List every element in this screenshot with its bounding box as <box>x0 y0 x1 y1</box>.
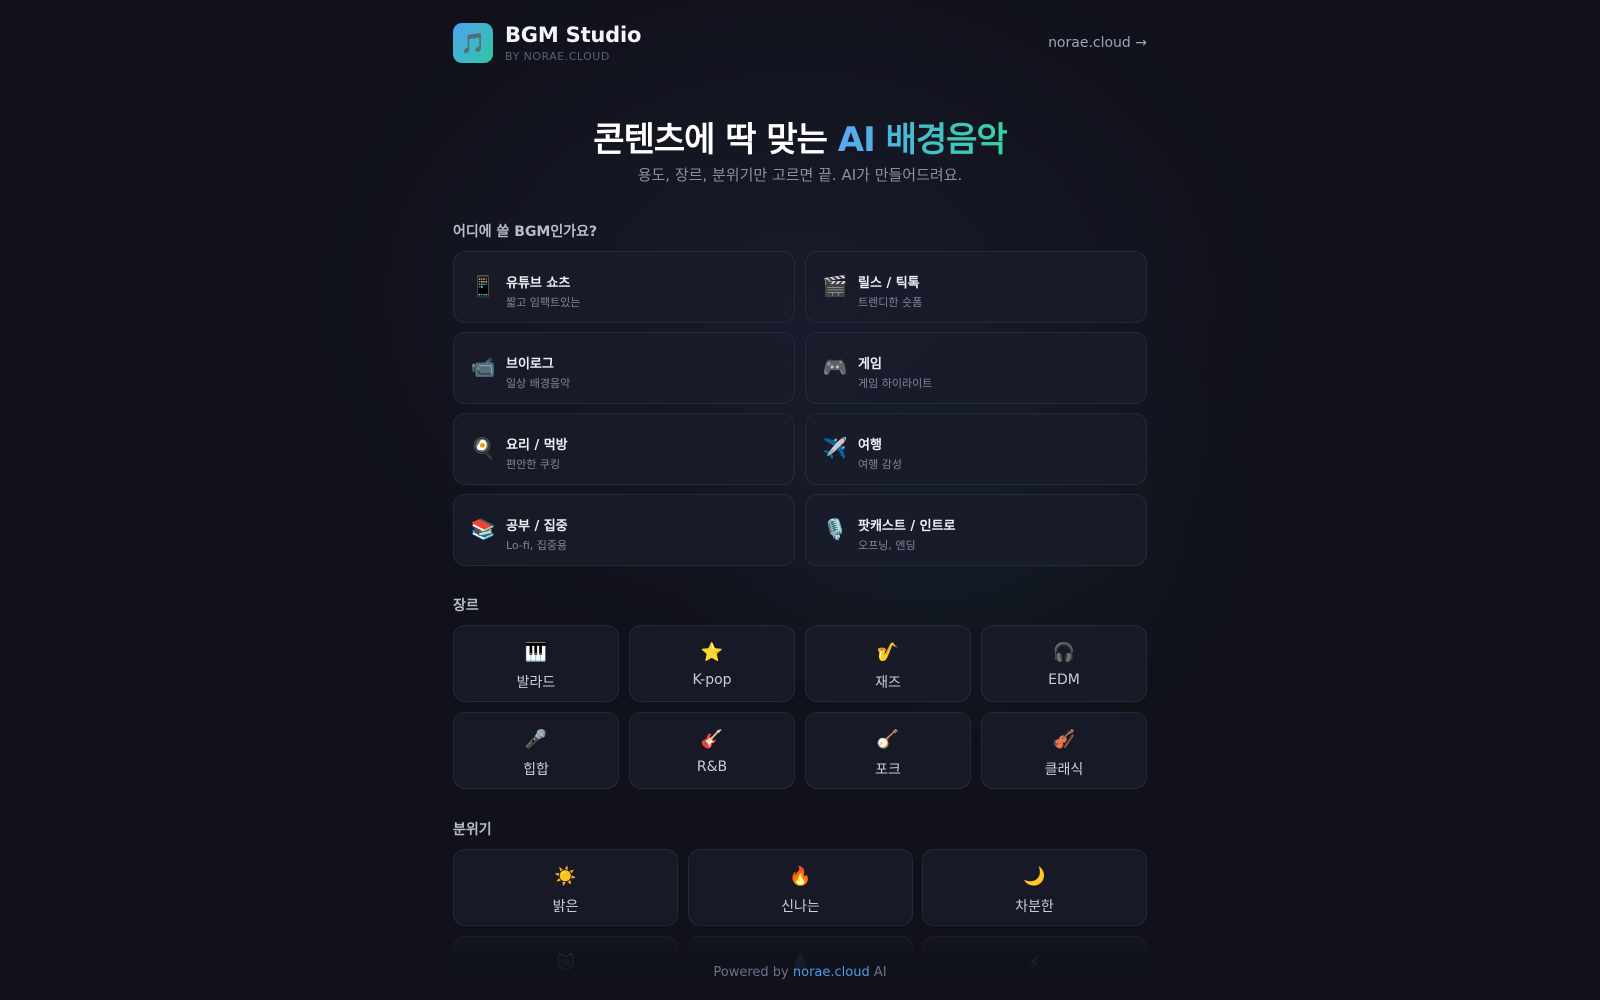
genre-option-label: 힙합 <box>523 762 549 778</box>
usage-option-desc: Lo-fi, 집중용 <box>506 539 568 552</box>
usage-option-desc: 일상 배경음악 <box>506 377 571 390</box>
genre-option-label: 클래식 <box>1044 762 1084 778</box>
usage-option-youtube-shorts[interactable]: 📱 유튜브 쇼츠 짧고 임팩트있는 <box>453 251 795 323</box>
usage-option-desc: 여행 감성 <box>858 458 902 471</box>
guitar-icon: 🎸 <box>700 729 724 750</box>
mood-option-label: 차분한 <box>1015 899 1054 915</box>
brand-title: BGM Studio <box>505 23 642 47</box>
violin-icon: 🎻 <box>1052 729 1076 750</box>
usage-section-label: 어디에 쓸 BGM인가요? <box>453 224 598 240</box>
usage-option-game[interactable]: 🎮 게임 게임 하이라이트 <box>805 332 1147 404</box>
norae-cloud-link[interactable]: norae.cloud → <box>1048 35 1147 51</box>
mood-option-exciting[interactable]: 🔥 신나는 <box>688 849 913 926</box>
microphone-icon: 🎙️ <box>822 517 848 541</box>
banjo-icon: 🪕 <box>876 729 900 750</box>
genre-option-ballad[interactable]: 🎹 발라드 <box>453 625 619 702</box>
usage-option-desc: 편안한 쿠킹 <box>506 458 561 471</box>
header: 🎵 BGM Studio BY NORAE.CLOUD norae.cloud … <box>453 23 1147 65</box>
sun-icon: ☀️ <box>554 866 577 887</box>
mood-option-label: 밝은 <box>552 899 579 915</box>
genre-option-label: R&B <box>696 759 728 775</box>
genre-option-label: 재즈 <box>875 675 901 691</box>
genre-option-label: 발라드 <box>516 675 556 691</box>
genre-option-folk[interactable]: 🪕 포크 <box>805 712 971 789</box>
genre-option-label: 포크 <box>875 762 901 778</box>
title-accent: AI 배경음악 <box>837 120 1008 160</box>
usage-option-desc: 오프닝, 엔딩 <box>858 539 916 552</box>
headphones-icon: 🎧 <box>1052 642 1076 663</box>
footer-suffix: AI <box>869 965 887 980</box>
usage-option-podcast[interactable]: 🎙️ 팟캐스트 / 인트로 오프닝, 엔딩 <box>805 494 1147 566</box>
usage-option-title: 여행 <box>858 438 882 453</box>
mood-option-label: 신나는 <box>781 899 820 915</box>
frying-pan-icon: 🍳 <box>470 436 496 460</box>
video-camera-icon: 📹 <box>470 355 496 379</box>
genre-option-label: EDM <box>1048 672 1080 688</box>
genre-option-kpop[interactable]: ⭐ K-pop <box>629 625 795 702</box>
genre-option-classical[interactable]: 🎻 클래식 <box>981 712 1147 789</box>
footer: Powered by norae.cloud AI <box>0 965 1600 980</box>
star-icon: ⭐ <box>700 642 724 663</box>
bottom-fade-overlay <box>0 920 1600 1000</box>
page-title: 콘텐츠에 딱 맞는 AI 배경음악 <box>453 112 1147 161</box>
mood-option-bright[interactable]: ☀️ 밝은 <box>453 849 678 926</box>
usage-option-desc: 트렌디한 숏폼 <box>858 296 923 309</box>
piano-icon: 🎹 <box>524 642 548 663</box>
music-note-icon: 🎵 <box>453 23 493 63</box>
footer-prefix: Powered by <box>713 965 793 980</box>
genre-option-rnb[interactable]: 🎸 R&B <box>629 712 795 789</box>
genre-option-label: K-pop <box>692 672 732 688</box>
usage-option-title: 게임 <box>858 357 882 372</box>
usage-option-title: 릴스 / 틱톡 <box>858 276 920 291</box>
mood-option-calm[interactable]: 🌙 차분한 <box>922 849 1147 926</box>
clapperboard-icon: 🎬 <box>822 274 848 298</box>
mood-section-label: 분위기 <box>453 822 492 838</box>
microphone-icon: 🎤 <box>524 729 548 750</box>
airplane-icon: ✈️ <box>822 436 848 460</box>
usage-option-study[interactable]: 📚 공부 / 집중 Lo-fi, 집중용 <box>453 494 795 566</box>
usage-option-vlog[interactable]: 📹 브이로그 일상 배경음악 <box>453 332 795 404</box>
saxophone-icon: 🎷 <box>876 642 900 663</box>
usage-option-title: 요리 / 먹방 <box>506 438 568 453</box>
page-subtitle: 용도, 장르, 분위기만 고르면 끝. AI가 만들어드려요. <box>637 166 963 184</box>
crescent-moon-icon: 🌙 <box>1023 866 1046 887</box>
brand-subtitle: BY NORAE.CLOUD <box>505 50 610 63</box>
usage-option-cooking[interactable]: 🍳 요리 / 먹방 편안한 쿠킹 <box>453 413 795 485</box>
usage-option-desc: 짧고 임팩트있는 <box>506 296 581 309</box>
usage-option-reels-tiktok[interactable]: 🎬 릴스 / 틱톡 트렌디한 숏폼 <box>805 251 1147 323</box>
game-controller-icon: 🎮 <box>822 355 848 379</box>
footer-norae-link[interactable]: norae.cloud <box>793 965 870 980</box>
books-icon: 📚 <box>470 517 496 541</box>
genre-option-hiphop[interactable]: 🎤 힙합 <box>453 712 619 789</box>
genre-section-label: 장르 <box>453 598 479 614</box>
usage-option-desc: 게임 하이라이트 <box>858 377 933 390</box>
usage-option-title: 공부 / 집중 <box>506 519 568 534</box>
genre-option-jazz[interactable]: 🎷 재즈 <box>805 625 971 702</box>
title-lead: 콘텐츠에 딱 맞는 <box>593 120 838 160</box>
mobile-phone-icon: 📱 <box>470 274 496 298</box>
usage-option-title: 팟캐스트 / 인트로 <box>858 519 956 534</box>
usage-option-title: 브이로그 <box>506 357 554 372</box>
genre-option-edm[interactable]: 🎧 EDM <box>981 625 1147 702</box>
usage-option-title: 유튜브 쇼츠 <box>506 276 571 291</box>
usage-option-travel[interactable]: ✈️ 여행 여행 감성 <box>805 413 1147 485</box>
fire-icon: 🔥 <box>789 866 812 887</box>
